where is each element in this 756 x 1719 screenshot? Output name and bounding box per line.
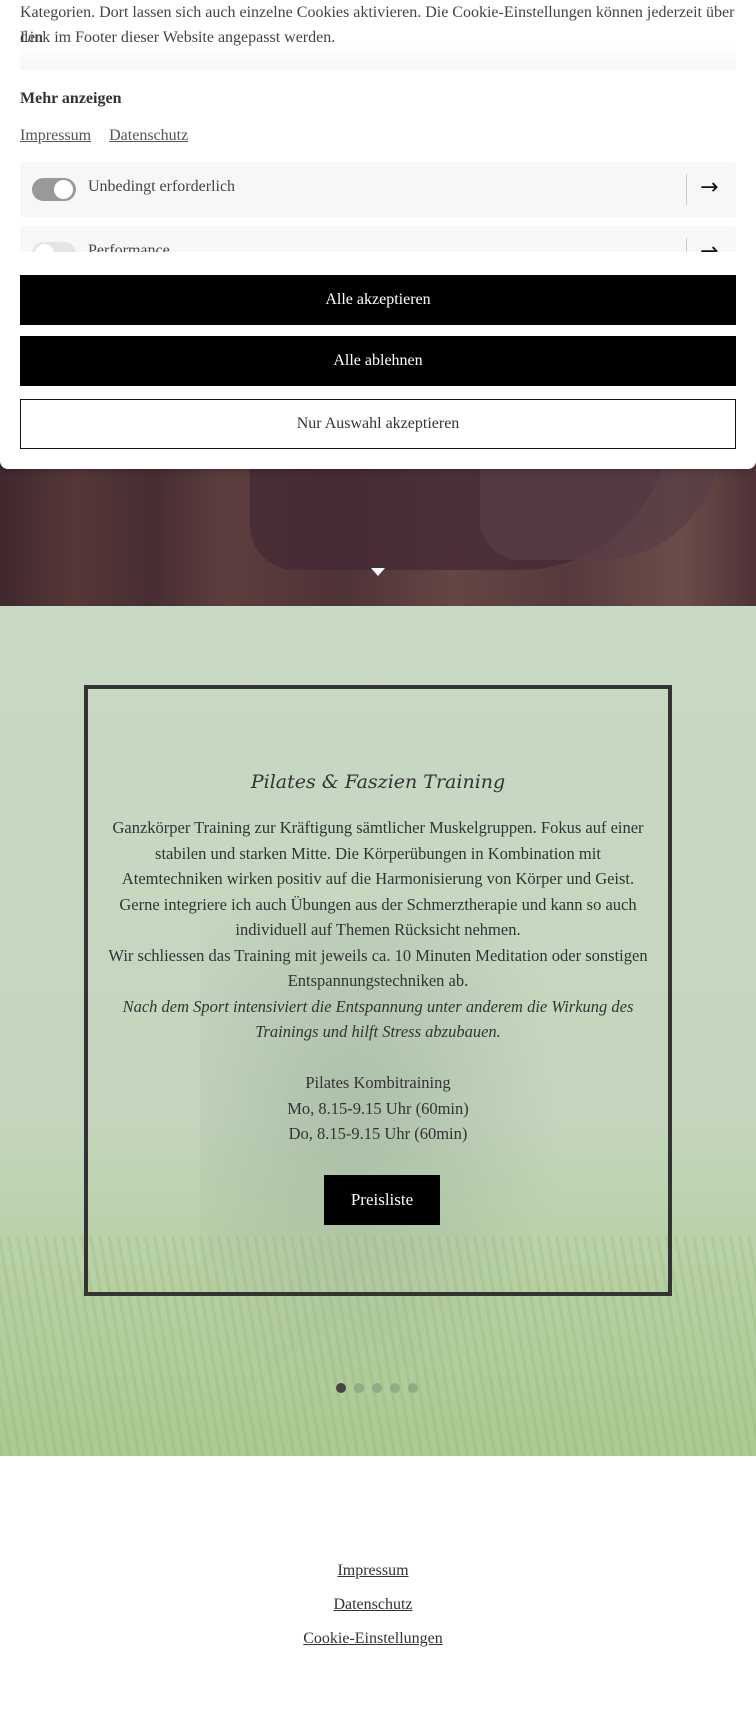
text-fade [20,46,736,70]
arrow-right-icon[interactable]: → [700,239,718,252]
slide-card: Pilates & Faszien Training Ganzkörper Tr… [84,685,672,1296]
divider [686,174,687,205]
accept-selection-button[interactable]: Nur Auswahl akzeptieren [20,399,736,449]
impressum-link[interactable]: Impressum [20,127,91,144]
slide-title: Pilates & Faszien Training [250,771,506,793]
accept-all-button[interactable]: Alle akzeptieren [20,275,736,325]
cookie-category-performance[interactable]: Performance → [20,226,736,252]
cookie-links: Impressum Datenschutz [20,127,202,145]
slider-section: Pilates & Faszien Training Ganzkörper Tr… [0,606,756,1456]
slide-description: Ganzkörper Training zur Kräftigung sämtl… [108,815,648,1147]
footer-datenschutz-link[interactable]: Datenschutz [333,1596,412,1613]
paragraph: Wir schliessen das Training mit jeweils … [108,945,648,991]
cookie-category-list[interactable]: Unbedingt erforderlich → Performance → [20,162,736,252]
slide-dot[interactable] [372,1383,382,1393]
paragraph-italic: Nach dem Sport intensiviert die Entspann… [122,996,634,1042]
price-list-button[interactable]: Preisliste [324,1175,440,1225]
slide-dot[interactable] [390,1383,400,1393]
schedule-item: Do, 8.15-9.15 Uhr (60min) [288,1124,468,1143]
slider-pagination [336,1383,418,1393]
schedule-item: Mo, 8.15-9.15 Uhr (60min) [287,1098,469,1118]
performance-toggle[interactable] [32,242,76,252]
footer-link-row: Datenschutz [0,1596,746,1614]
divider [686,238,687,252]
reject-all-button[interactable]: Alle ablehnen [20,336,736,386]
category-label: Performance [88,242,170,252]
necessary-toggle[interactable] [32,178,76,201]
course-name: Pilates Kombitraining [305,1073,451,1092]
cookie-category-necessary[interactable]: Unbedingt erforderlich → [20,162,736,217]
slide-dot[interactable] [354,1383,364,1393]
slide-dot[interactable] [408,1383,418,1393]
slide-dot[interactable] [336,1383,346,1393]
footer-cookie-settings-link[interactable]: Cookie-Einstellungen [303,1630,443,1647]
paragraph: Ganzkörper Training zur Kräftigung sämtl… [112,818,644,939]
show-more-link[interactable]: Mehr anzeigen [20,90,121,108]
footer-link-row: Cookie-Einstellungen [0,1630,746,1648]
footer-impressum-link[interactable]: Impressum [337,1562,408,1579]
footer-link-row: Impressum [0,1562,746,1580]
arrow-right-icon[interactable]: → [700,175,718,200]
datenschutz-link[interactable]: Datenschutz [109,127,188,144]
cookie-banner: Kategorien. Dort lassen sich auch einzel… [0,0,756,469]
scroll-down-icon[interactable] [371,568,385,576]
category-label: Unbedingt erforderlich [88,178,236,195]
